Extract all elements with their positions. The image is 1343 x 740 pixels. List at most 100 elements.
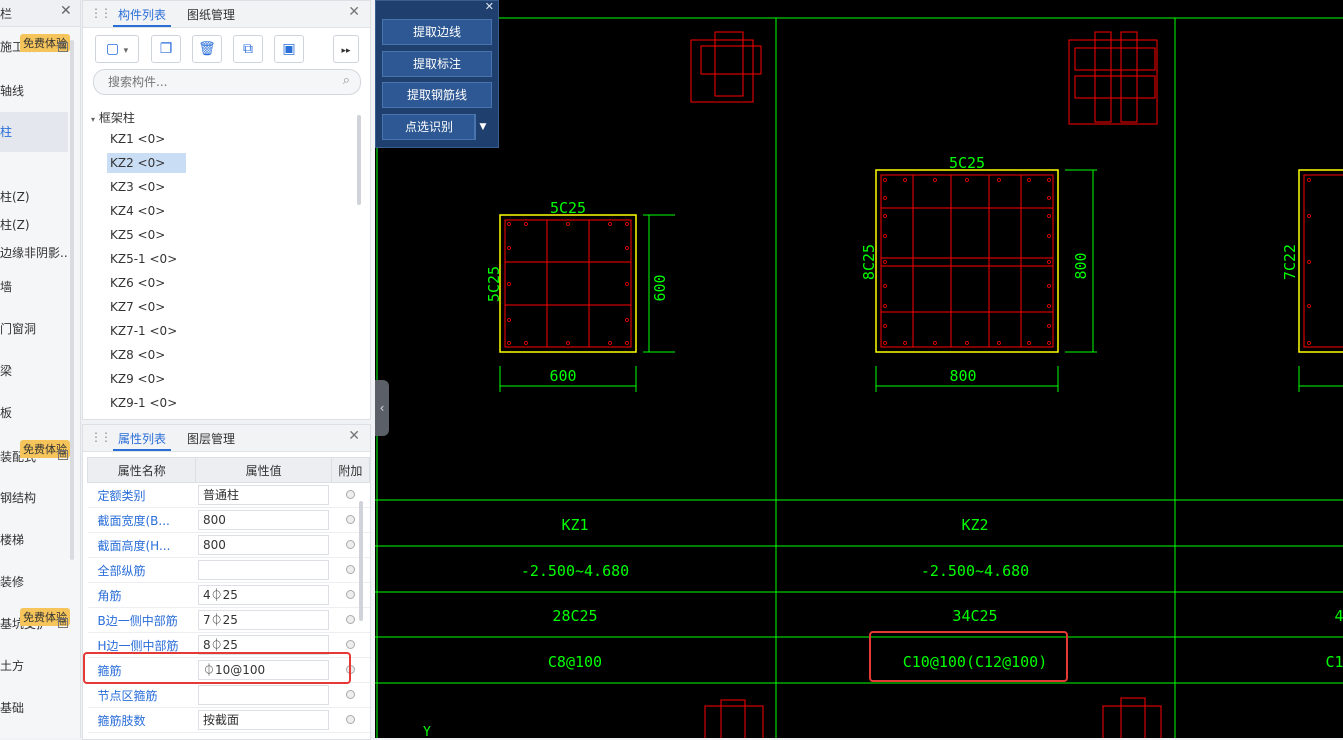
left-nav-title: 栏 [0,7,13,21]
tree-item[interactable]: KZ5-1 <0> [107,249,186,269]
nav-item-edge-non-shadow[interactable]: 边缘非阴影... [0,244,68,261]
nav-item-stairs[interactable]: 楼梯 [0,531,68,548]
kz1-section-drawing: 5C25 5C25 600 600 [485,199,675,392]
property-value-field[interactable]: 800 [197,535,330,555]
chevron-down-icon[interactable]: ▾ [124,46,129,56]
property-name: B边一侧中部筋 [87,607,196,633]
nav-item-decoration[interactable]: 装修 [0,573,68,590]
more-button[interactable]: ▸▸ [333,35,359,63]
component-tabbar: ⋮⋮ 构件列表 图纸管理 ✕ [83,1,370,28]
close-icon[interactable]: ✕ [348,428,360,444]
nav-item-wall[interactable]: 墙 [0,278,68,295]
tree-item[interactable]: KZ4 <0> [107,201,186,221]
tree-item[interactable]: KZ5 <0> [107,225,186,245]
copy-button[interactable]: ❐ [151,35,181,63]
extract-toolbar: ✕ 提取边线 提取标注 提取钢筋线 点选识别 ▼ [375,0,499,148]
property-tabbar: ⋮⋮ 属性列表 图层管理 ✕ [83,425,370,452]
kz1-side-rebar-label: 5C25 [485,266,503,302]
schedule-kz3-stirrup: C10 [1325,653,1343,671]
axis-label-y: Y [423,725,431,738]
nav-item-beam[interactable]: 梁 [0,362,68,379]
tab-layer-management[interactable]: 图层管理 [187,430,235,447]
extra-radio[interactable] [345,515,355,524]
column-header-value: 属性值 [195,457,332,483]
tree-item[interactable]: KZ1 <0> [107,129,186,149]
property-scrollbar[interactable] [359,501,363,621]
tree-item[interactable]: KZ3 <0> [107,177,186,197]
tree-item[interactable]: KZ6 <0> [107,273,186,293]
close-icon[interactable]: ✕ [485,0,494,13]
new-component-button[interactable]: ▢ ▾ [95,35,139,63]
tree-group-frame-column[interactable]: ▾ 框架柱 [91,109,135,126]
tree-item-selected[interactable]: KZ2 <0> [107,153,186,173]
double-arrow-right-icon: ▸▸ [341,46,351,56]
extra-radio[interactable] [345,540,355,549]
nav-item-foundation[interactable]: 基础 [0,699,68,716]
tree-scrollbar[interactable] [357,115,361,205]
tab-property-list[interactable]: 属性列表 [118,430,166,447]
extra-radio[interactable] [345,615,355,624]
tree-item[interactable]: KZ9-1 <0> [107,393,186,413]
cad-drawing-canvas[interactable]: 5C25 5C25 600 600 5C25 8C25 800 800 7C22… [375,0,1343,738]
column-header-name: 属性名称 [86,457,197,483]
tree-item[interactable]: KZ9 <0> [107,369,186,389]
schedule-kz3-main-rebar: 4 [1334,607,1343,625]
schedule-kz1-elevation: -2.500~4.680 [521,562,629,580]
extra-radio[interactable] [345,640,355,649]
extract-rebar-line-button[interactable]: 提取钢筋线 [382,82,492,108]
tree-item[interactable]: KZ7 <0> [107,297,186,317]
tree-item[interactable]: KZ7-1 <0> [107,321,186,341]
extract-edge-button[interactable]: 提取边线 [382,19,492,45]
extra-radio[interactable] [345,565,355,574]
nav-item-door-window[interactable]: 门窗洞 [0,320,68,337]
small-box-icon: ⊞ [58,618,68,628]
extra-radio[interactable] [345,490,355,499]
cad-drawing-svg[interactable]: 5C25 5C25 600 600 5C25 8C25 800 800 7C22… [375,0,1343,738]
component-search-box[interactable]: ⌕ [93,69,361,95]
property-value-field[interactable]: 按截面 [197,710,330,730]
extra-radio[interactable] [345,715,355,724]
extra-radio[interactable] [345,690,355,699]
nav-scrollbar[interactable] [70,40,74,560]
nav-item-steel-structure[interactable]: 钢结构 [0,489,68,506]
tab-drawing-management[interactable]: 图纸管理 [187,6,235,23]
table-row: 截面高度(H... 800 [87,532,370,558]
property-value-field[interactable] [197,560,330,580]
nav-item-column[interactable]: 柱 [0,112,68,152]
property-value-field[interactable]: 4⏀25 [197,585,330,605]
property-value-field[interactable] [197,685,330,705]
property-value-field[interactable]: 800 [197,510,330,530]
extra-radio[interactable] [345,590,355,599]
tree-item[interactable]: KZ8 <0> [107,345,186,365]
nav-item-slab[interactable]: 板 [0,404,68,421]
property-value-field[interactable]: 7⏀25 [197,610,330,630]
expand-arrow-icon[interactable]: ▾ [91,115,95,124]
nav-item-earthwork[interactable]: 土方 [0,657,68,674]
active-tab-indicator [113,25,171,27]
delete-button[interactable]: 🗑 [192,35,222,63]
collapse-panel-handle[interactable]: ‹ [375,380,389,436]
tab-component-list[interactable]: 构件列表 [118,6,166,23]
nav-item-column-z[interactable]: 柱(Z) [0,188,68,205]
search-input[interactable] [106,74,330,90]
close-icon[interactable]: ✕ [60,3,72,19]
duplicate-button[interactable]: ⧉ [233,35,263,63]
nav-item-column-z-2[interactable]: 柱(Z) [0,216,68,233]
search-icon[interactable]: ⌕ [343,73,350,88]
property-value-field[interactable]: 普通柱 [197,485,330,505]
property-table: 属性名称 属性值 附加 定额类别 普通柱 截面宽度(B... 800 截面高度(H.… [86,457,371,733]
copy-icon: ❐ [159,41,173,57]
close-icon[interactable]: ✕ [348,4,360,20]
save-icon: ▣ [282,41,296,57]
schedule-kz2-elevation: -2.500~4.680 [921,562,1029,580]
save-template-button[interactable]: ▣ [274,35,304,63]
kz1-width-dimension: 600 [549,367,576,385]
drag-grip-icon[interactable]: ⋮⋮ [90,430,112,444]
nav-item-axis[interactable]: 轴线 [0,82,68,99]
point-select-recognize-button[interactable]: 点选识别 [382,114,476,140]
extract-annotation-button[interactable]: 提取标注 [382,51,492,77]
chevron-left-icon[interactable]: ‹ [380,401,385,415]
drag-grip-icon[interactable]: ⋮⋮ [90,6,112,20]
chevron-down-icon[interactable]: ▼ [474,115,491,139]
property-name: 全部纵筋 [87,557,196,583]
